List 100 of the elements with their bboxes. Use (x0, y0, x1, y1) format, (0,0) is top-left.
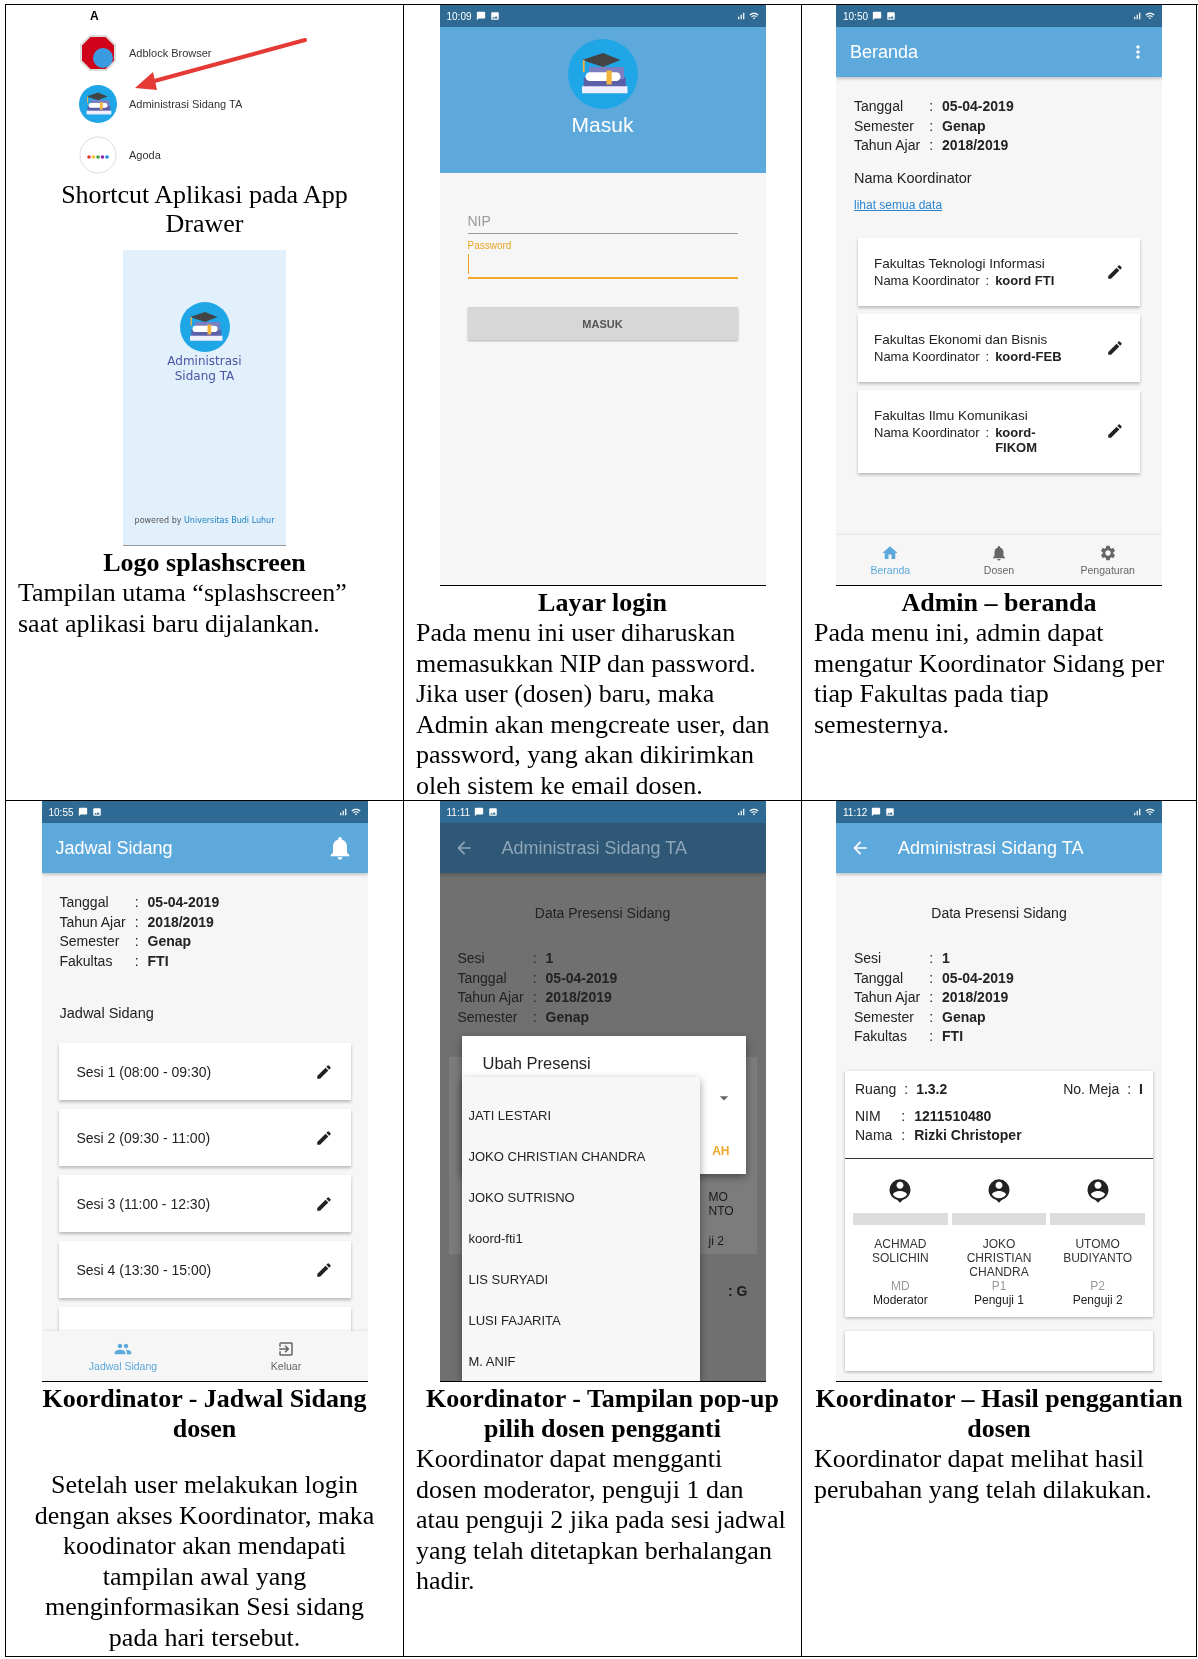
examiner-role: Moderator (872, 1292, 928, 1307)
info-value: 2018/2019 (942, 988, 1010, 1007)
dialog-title: Ubah Presensi (481, 1053, 592, 1073)
info-label: NIM (855, 1106, 882, 1126)
separator-colon: : (929, 116, 934, 136)
figure-description: Tampilan utama “splashscreen” saat aplikasi baru dijalankan. (17, 578, 348, 639)
wifi-icon (748, 807, 759, 817)
graduation-logo-icon (567, 39, 638, 109)
status-time: 10:50 (843, 10, 869, 22)
info-label: Fakultas (59, 951, 114, 971)
separator-colon: : (929, 1007, 934, 1027)
edit-icon[interactable] (314, 1128, 333, 1147)
index-letter: A (89, 9, 100, 25)
screen-heading: Data Presensi Sidang (533, 905, 672, 921)
session-label: Sesi 2 (09:30 - 11:00) (76, 1129, 211, 1146)
session-card[interactable]: Sesi 4 (13:30 - 15:00) (58, 1241, 351, 1298)
app-list-item[interactable]: Agoda (79, 129, 279, 180)
session-label: Sesi 3 (11:00 - 12:30) (76, 1195, 211, 1212)
home-icon (881, 544, 900, 562)
dropdown-option[interactable]: JOKO CHRISTIAN CHANDRA (461, 1136, 700, 1177)
examiner-code: P2 (1090, 1278, 1105, 1293)
dropdown-option[interactable]: koord-fti1 (461, 1218, 700, 1259)
chat-icon (475, 11, 486, 21)
info-label: Ruang (855, 1080, 897, 1097)
edit-icon[interactable] (314, 1062, 333, 1081)
separator-colon: : (929, 949, 934, 968)
edit-icon[interactable] (1106, 422, 1124, 440)
edit-icon[interactable] (314, 1260, 333, 1279)
session-label: Sesi 4 (13:30 - 15:00) (76, 1261, 212, 1278)
login-button[interactable]: MASUK (467, 307, 738, 340)
partial-text: : G (728, 1283, 748, 1299)
separator-colon: : (929, 136, 934, 155)
info-label: Tanggal (854, 97, 905, 116)
dropdown-option[interactable]: LUSI FAJARITA (461, 1300, 700, 1341)
app-list-item[interactable]: Adblock Browser (79, 27, 279, 78)
edit-icon[interactable] (314, 1194, 333, 1213)
app-bar-title: Administrasi Sidang TA (898, 837, 1085, 859)
nav-tab[interactable]: Pengaturan (1053, 535, 1162, 585)
separator-colon: : (985, 424, 990, 442)
session-card[interactable]: Sesi 3 (11:00 - 12:30) (58, 1175, 351, 1232)
info-label: Tanggal (457, 968, 508, 988)
status-time: 11:11 (446, 806, 471, 818)
stop-sign-icon (79, 33, 117, 72)
status-time: 10:09 (446, 10, 472, 22)
examiner-name: ACHMAD SOLICHIN (871, 1236, 930, 1267)
info-label: Nama (855, 1126, 893, 1145)
separator-colon: : (134, 912, 139, 932)
app-list-item[interactable]: Administrasi Sidang TA (79, 78, 279, 129)
nav-tab[interactable]: Dosen (944, 535, 1054, 585)
field-label: Password (467, 240, 513, 251)
separator-colon: : (929, 988, 934, 1007)
chat-icon (872, 11, 883, 21)
faculty-name: Fakultas Ekonomi dan Bisnis (874, 331, 1049, 347)
info-value: FTI (147, 951, 170, 971)
faculty-name: Fakultas Teknologi Informasi (874, 255, 1046, 271)
coordinator-value: koord FTI (995, 272, 1056, 288)
examiner-role: Penguji 1 (973, 1292, 1024, 1307)
graduation-logo-icon (179, 302, 230, 352)
signal-icon (1132, 807, 1142, 817)
session-card[interactable]: Sesi 2 (09:30 - 11:00) (58, 1109, 351, 1166)
view-all-link[interactable]: lihat semua data (854, 197, 943, 212)
wifi-icon (1145, 807, 1155, 817)
figure-title: Koordinator - Tampilan pop-up pilih dosen pengganti (425, 1384, 780, 1444)
info-label: No. Meja (1063, 1080, 1120, 1097)
info-label: Tahun Ajar (457, 988, 524, 1007)
section-title: Nama Koordinator (854, 169, 973, 186)
figure-description: Pada menu ini user diharuskan memasukkan NIP dan password. Jika user (dosen) baru, maka Admin akan mengcreate user, dan password, yang akan dikirimkan oleh sistem ke email dosen. (415, 618, 771, 800)
examiner-code: P1 (991, 1278, 1007, 1293)
graduation-logo-icon (79, 84, 117, 123)
separator-colon: : (929, 97, 934, 116)
dropdown-option[interactable]: JATI LESTARI (461, 1095, 700, 1136)
nav-tab[interactable]: Keluar (204, 1331, 368, 1381)
edit-icon[interactable] (1106, 262, 1124, 281)
dropdown-option[interactable]: LIS SURYADI (461, 1259, 700, 1300)
info-label: Tahun Ajar (854, 988, 921, 1007)
figure-description: Koordinator dapat melihat hasil perubahan yang telah dilakukan. (813, 1444, 1153, 1505)
session-card[interactable]: Sesi 1 (08:00 - 09:30) (58, 1043, 351, 1100)
figure-description: Koordinator dapat mengganti dosen moderator, penguji 1 dan atau penguji 2 jika pada sesi jadwal yang telah ditetapkan berhalangan hadir. (415, 1444, 787, 1597)
info-label: Tahun Ajar (59, 912, 126, 932)
status-time: 10:55 (48, 806, 74, 818)
info-value: 1211510480 (914, 1106, 993, 1126)
image-icon (488, 807, 499, 817)
separator-colon: : (134, 951, 139, 971)
separator-colon: : (985, 272, 990, 288)
coordinator-label: Nama Koordinator (874, 424, 980, 442)
dropdown-option[interactable]: M. ANIF (461, 1341, 700, 1381)
text-field[interactable] (467, 251, 738, 279)
image-icon (489, 11, 500, 21)
edit-icon[interactable] (1106, 338, 1124, 357)
separator-colon: : (901, 1106, 906, 1126)
text-field[interactable]: NIP (467, 209, 738, 234)
info-value: Genap (147, 932, 193, 951)
info-value: 2018/2019 (942, 136, 1010, 155)
image-icon (91, 807, 102, 817)
dropdown-option[interactable]: JOKO SUTRISNO (461, 1177, 700, 1218)
figure-title: Layar login (537, 588, 668, 618)
info-value: 2018/2019 (545, 988, 613, 1007)
info-value: FTI (942, 1027, 965, 1046)
separator-colon: : (904, 1080, 909, 1097)
partial-text: NTO (708, 1204, 735, 1218)
